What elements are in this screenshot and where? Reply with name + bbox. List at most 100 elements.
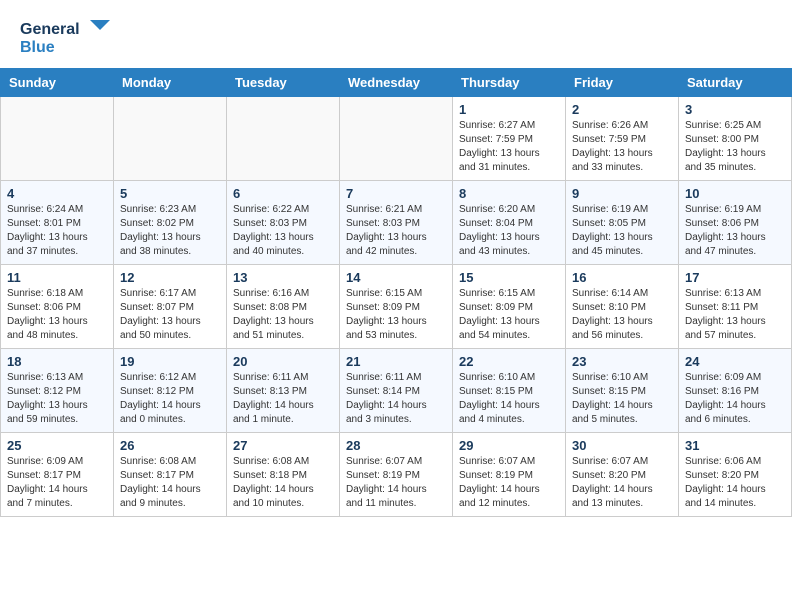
calendar-day-cell — [227, 97, 340, 181]
calendar-day-cell: 10Sunrise: 6:19 AM Sunset: 8:06 PM Dayli… — [679, 181, 792, 265]
day-info: Sunrise: 6:14 AM Sunset: 8:10 PM Dayligh… — [572, 287, 672, 343]
day-number: 6 — [233, 186, 333, 201]
day-number: 4 — [7, 186, 107, 201]
day-number: 14 — [346, 270, 446, 285]
calendar-day-cell: 9 Sunrise: 6:19 AM Sunset: 8:05 PM Daylig… — [566, 181, 679, 265]
calendar-week-row: 18 Sunrise: 6:13 AM Sunset: 8:12 PM Dayli… — [1, 349, 792, 433]
calendar-day-cell: 31 Sunrise: 6:06 AM Sunset: 8:20 PM Dayli… — [679, 433, 792, 517]
svg-text:Blue: Blue — [20, 39, 55, 56]
day-info: Sunrise: 6:24 AM Sunset: 8:01 PM Dayligh… — [7, 203, 107, 259]
day-number: 15 — [459, 270, 559, 285]
day-info: Sunrise: 6:20 AM Sunset: 8:04 PM Dayligh… — [459, 203, 559, 259]
svg-text:General: General — [20, 21, 80, 38]
day-number: 3 — [685, 102, 785, 117]
day-number: 28 — [346, 438, 446, 453]
day-info: Sunrise: 6:25 AM Sunset: 8:00 PM Dayligh… — [685, 119, 785, 175]
day-info: Sunrise: 6:10 AM Sunset: 8:15 PM Dayligh… — [459, 371, 559, 427]
day-info: Sunrise: 6:13 AM Sunset: 8:11 PM Dayligh… — [685, 287, 785, 343]
weekday-header-row: SundayMondayTuesdayWednesdayThursdayFrid… — [1, 69, 792, 97]
calendar-day-cell: 3 Sunrise: 6:25 AM Sunset: 8:00 PM Daylig… — [679, 97, 792, 181]
day-number: 9 — [572, 186, 672, 201]
calendar-day-cell: 25 Sunrise: 6:09 AM Sunset: 8:17 PM Dayli… — [1, 433, 114, 517]
day-number: 17 — [685, 270, 785, 285]
calendar-day-cell: 14 Sunrise: 6:15 AM Sunset: 8:09 PM Dayli… — [340, 265, 453, 349]
day-info: Sunrise: 6:10 AM Sunset: 8:15 PM Dayligh… — [572, 371, 672, 427]
day-info: Sunrise: 6:08 AM Sunset: 8:17 PM Dayligh… — [120, 455, 220, 511]
calendar-day-cell: 11 Sunrise: 6:18 AM Sunset: 8:06 PM Dayli… — [1, 265, 114, 349]
day-number: 29 — [459, 438, 559, 453]
calendar-day-cell: 15 Sunrise: 6:15 AM Sunset: 8:09 PM Dayli… — [453, 265, 566, 349]
day-info: Sunrise: 6:13 AM Sunset: 8:12 PM Dayligh… — [7, 371, 107, 427]
calendar-day-cell: 8 Sunrise: 6:20 AM Sunset: 8:04 PM Daylig… — [453, 181, 566, 265]
day-info: Sunrise: 6:15 AM Sunset: 8:09 PM Dayligh… — [459, 287, 559, 343]
calendar-day-cell: 17 Sunrise: 6:13 AM Sunset: 8:11 PM Dayli… — [679, 265, 792, 349]
day-info: Sunrise: 6:16 AM Sunset: 8:08 PM Dayligh… — [233, 287, 333, 343]
weekday-header-sunday: Sunday — [1, 69, 114, 97]
day-info: Sunrise: 6:07 AM Sunset: 8:19 PM Dayligh… — [346, 455, 446, 511]
calendar-day-cell: 7Sunrise: 6:21 AM Sunset: 8:03 PM Daylig… — [340, 181, 453, 265]
day-info: Sunrise: 6:26 AM Sunset: 7:59 PM Dayligh… — [572, 119, 672, 175]
calendar-table: SundayMondayTuesdayWednesdayThursdayFrid… — [0, 68, 792, 517]
day-info: Sunrise: 6:17 AM Sunset: 8:07 PM Dayligh… — [120, 287, 220, 343]
weekday-header-thursday: Thursday — [453, 69, 566, 97]
day-number: 18 — [7, 354, 107, 369]
day-info: Sunrise: 6:08 AM Sunset: 8:18 PM Dayligh… — [233, 455, 333, 511]
calendar-week-row: 4 Sunrise: 6:24 AM Sunset: 8:01 PM Daylig… — [1, 181, 792, 265]
calendar-week-row: 25 Sunrise: 6:09 AM Sunset: 8:17 PM Dayli… — [1, 433, 792, 517]
calendar-day-cell — [114, 97, 227, 181]
calendar-day-cell: 6 Sunrise: 6:22 AM Sunset: 8:03 PM Daylig… — [227, 181, 340, 265]
day-info: Sunrise: 6:09 AM Sunset: 8:16 PM Dayligh… — [685, 371, 785, 427]
calendar-day-cell: 13Sunrise: 6:16 AM Sunset: 8:08 PM Dayli… — [227, 265, 340, 349]
day-number: 8 — [459, 186, 559, 201]
day-info: Sunrise: 6:22 AM Sunset: 8:03 PM Dayligh… — [233, 203, 333, 259]
day-number: 31 — [685, 438, 785, 453]
day-info: Sunrise: 6:06 AM Sunset: 8:20 PM Dayligh… — [685, 455, 785, 511]
day-info: Sunrise: 6:11 AM Sunset: 8:14 PM Dayligh… — [346, 371, 446, 427]
day-number: 24 — [685, 354, 785, 369]
day-info: Sunrise: 6:12 AM Sunset: 8:12 PM Dayligh… — [120, 371, 220, 427]
day-number: 19 — [120, 354, 220, 369]
calendar-day-cell: 5Sunrise: 6:23 AM Sunset: 8:02 PM Daylig… — [114, 181, 227, 265]
header: GeneralBlue — [0, 0, 792, 68]
day-info: Sunrise: 6:19 AM Sunset: 8:05 PM Dayligh… — [572, 203, 672, 259]
day-info: Sunrise: 6:27 AM Sunset: 7:59 PM Dayligh… — [459, 119, 559, 175]
day-number: 27 — [233, 438, 333, 453]
weekday-header-tuesday: Tuesday — [227, 69, 340, 97]
calendar-day-cell: 16 Sunrise: 6:14 AM Sunset: 8:10 PM Dayli… — [566, 265, 679, 349]
day-number: 21 — [346, 354, 446, 369]
day-info: Sunrise: 6:18 AM Sunset: 8:06 PM Dayligh… — [7, 287, 107, 343]
day-number: 23 — [572, 354, 672, 369]
calendar-week-row: 1Sunrise: 6:27 AM Sunset: 7:59 PM Daylig… — [1, 97, 792, 181]
calendar-day-cell: 4 Sunrise: 6:24 AM Sunset: 8:01 PM Daylig… — [1, 181, 114, 265]
day-info: Sunrise: 6:07 AM Sunset: 8:20 PM Dayligh… — [572, 455, 672, 511]
calendar-day-cell: 30 Sunrise: 6:07 AM Sunset: 8:20 PM Dayli… — [566, 433, 679, 517]
day-number: 30 — [572, 438, 672, 453]
day-number: 16 — [572, 270, 672, 285]
calendar-day-cell: 29Sunrise: 6:07 AM Sunset: 8:19 PM Dayli… — [453, 433, 566, 517]
calendar-day-cell — [340, 97, 453, 181]
calendar-day-cell: 19 Sunrise: 6:12 AM Sunset: 8:12 PM Dayli… — [114, 349, 227, 433]
day-number: 11 — [7, 270, 107, 285]
day-info: Sunrise: 6:09 AM Sunset: 8:17 PM Dayligh… — [7, 455, 107, 511]
day-number: 12 — [120, 270, 220, 285]
calendar-day-cell: 22 Sunrise: 6:10 AM Sunset: 8:15 PM Dayli… — [453, 349, 566, 433]
day-info: Sunrise: 6:23 AM Sunset: 8:02 PM Dayligh… — [120, 203, 220, 259]
calendar-day-cell: 20 Sunrise: 6:11 AM Sunset: 8:13 PM Dayli… — [227, 349, 340, 433]
day-number: 26 — [120, 438, 220, 453]
day-number: 25 — [7, 438, 107, 453]
weekday-header-friday: Friday — [566, 69, 679, 97]
calendar-day-cell: 12 Sunrise: 6:17 AM Sunset: 8:07 PM Dayli… — [114, 265, 227, 349]
weekday-header-monday: Monday — [114, 69, 227, 97]
day-info: Sunrise: 6:15 AM Sunset: 8:09 PM Dayligh… — [346, 287, 446, 343]
day-number: 2 — [572, 102, 672, 117]
day-info: Sunrise: 6:11 AM Sunset: 8:13 PM Dayligh… — [233, 371, 333, 427]
calendar-day-cell: 23 Sunrise: 6:10 AM Sunset: 8:15 PM Dayli… — [566, 349, 679, 433]
day-info: Sunrise: 6:21 AM Sunset: 8:03 PM Dayligh… — [346, 203, 446, 259]
logo: GeneralBlue — [20, 16, 110, 60]
day-number: 20 — [233, 354, 333, 369]
calendar-day-cell: 24 Sunrise: 6:09 AM Sunset: 8:16 PM Dayli… — [679, 349, 792, 433]
calendar-week-row: 11 Sunrise: 6:18 AM Sunset: 8:06 PM Dayli… — [1, 265, 792, 349]
day-number: 22 — [459, 354, 559, 369]
calendar-day-cell: 21 Sunrise: 6:11 AM Sunset: 8:14 PM Dayli… — [340, 349, 453, 433]
weekday-header-saturday: Saturday — [679, 69, 792, 97]
